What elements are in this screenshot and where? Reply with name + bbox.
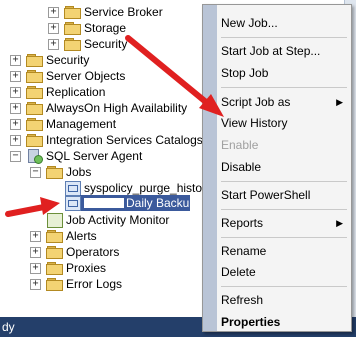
arrow-to-view-history bbox=[125, 35, 224, 117]
arrow-to-daily-backup bbox=[5, 197, 60, 217]
annotation-arrows bbox=[5, 35, 224, 217]
